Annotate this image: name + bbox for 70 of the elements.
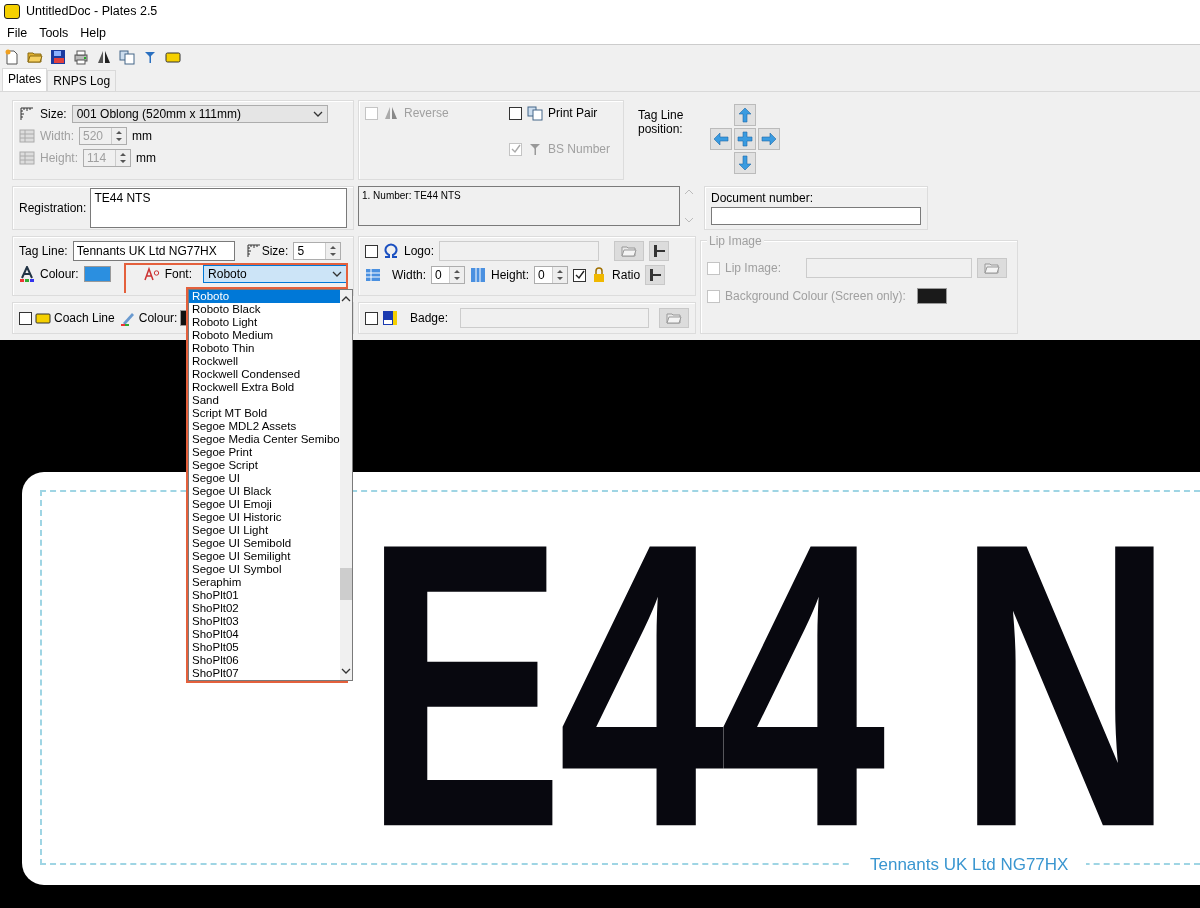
tab[interactable]: RNPS Log xyxy=(47,70,117,91)
list-item[interactable]: Seraphim xyxy=(189,576,340,589)
height-label: Height: xyxy=(40,151,79,165)
size-dropdown[interactable]: 001 Oblong (520mm x 111mm) xyxy=(71,105,328,123)
colour-label: Colour: xyxy=(40,267,79,281)
unit-label: mm xyxy=(136,151,157,165)
window-title: UntitledDoc - Plates 2.5 xyxy=(26,4,158,18)
list-item[interactable]: Segoe MDL2 Assets xyxy=(189,420,340,433)
list-item[interactable]: Script MT Bold xyxy=(189,407,340,420)
list-item[interactable]: Segoe UI Semilight xyxy=(189,550,340,563)
menu-item[interactable]: Tools xyxy=(34,26,74,40)
ratio-label: Ratio xyxy=(612,268,641,282)
bs-number-label: BS Number xyxy=(548,142,611,156)
list-item[interactable]: Sand xyxy=(189,394,340,407)
menu-item[interactable]: File xyxy=(2,26,33,40)
list-item[interactable]: Roboto Light xyxy=(189,316,340,329)
group-title: Lip Image xyxy=(707,234,764,248)
document-number-label: Document number: xyxy=(711,191,815,205)
reverse-label: Reverse xyxy=(404,106,449,120)
width-label: Width: xyxy=(392,268,426,282)
spin-field[interactable]: 0 xyxy=(431,266,465,284)
list-item[interactable]: Segoe UI Light xyxy=(189,524,340,537)
list-item[interactable]: Segoe UI Emoji xyxy=(189,498,340,511)
list-entry[interactable]: 1. Number: TE44 NTS xyxy=(362,190,676,201)
unit-label: mm xyxy=(132,129,152,143)
font-dropdown[interactable]: Roboto xyxy=(203,265,347,283)
plate-registration: E44 N xyxy=(364,539,1168,831)
list-item[interactable]: Roboto Thin xyxy=(189,342,340,355)
registration-field[interactable]: TE44 NTS xyxy=(90,188,347,228)
list-item[interactable]: ShoPlt06 xyxy=(189,654,340,667)
height-label: Height: xyxy=(491,268,530,282)
background-colour-label: Background Colour (Screen only): xyxy=(725,289,906,303)
list-item[interactable]: Segoe UI Semibold xyxy=(189,537,340,550)
list-item[interactable]: Segoe UI xyxy=(189,472,340,485)
list-item[interactable]: Rockwell Extra Bold xyxy=(189,381,340,394)
tag-line-label: Tag Line: xyxy=(19,244,68,258)
font-label: Font: xyxy=(164,267,193,281)
spin-field[interactable]: 0 xyxy=(534,266,569,284)
list-item[interactable]: ShoPlt07 xyxy=(189,667,340,680)
menu-item[interactable]: Help xyxy=(75,26,112,40)
logo-label: Logo: xyxy=(404,244,435,258)
tab[interactable]: Plates xyxy=(2,68,48,91)
colour-label: Colour: xyxy=(138,311,178,325)
list-item[interactable]: ShoPlt04 xyxy=(189,628,340,641)
tag-line-position-label: Tag Line position: xyxy=(638,107,685,138)
list-item[interactable]: Segoe UI Historic xyxy=(189,511,340,524)
list-item[interactable]: ShoPlt02 xyxy=(189,602,340,615)
list-item[interactable]: Roboto Medium xyxy=(189,329,340,342)
registration-label: Registration: xyxy=(19,201,87,215)
tag-line-field[interactable]: Tennants UK Ltd NG77HX xyxy=(72,241,235,261)
size-label: Size: xyxy=(261,244,289,258)
list-item[interactable]: Segoe Script xyxy=(189,459,340,472)
size-label: Size: xyxy=(40,107,67,121)
print-pair-label: Print Pair xyxy=(548,106,598,120)
list-item[interactable]: Segoe Media Center Semibo xyxy=(189,433,340,446)
list-item[interactable]: Rockwell Condensed xyxy=(189,368,340,381)
list-item[interactable]: Roboto xyxy=(189,290,340,303)
lip-image-label: Lip Image: xyxy=(725,261,782,275)
list-item[interactable]: Roboto Black xyxy=(189,303,340,316)
spin-field[interactable]: 5 xyxy=(293,242,342,260)
list-item[interactable]: Segoe Print xyxy=(189,446,340,459)
list-item[interactable]: Segoe UI Black xyxy=(189,485,340,498)
coach-line-label: Coach Line xyxy=(54,311,115,325)
badge-label: Badge: xyxy=(410,311,449,325)
list-item[interactable]: ShoPlt03 xyxy=(189,615,340,628)
list-item[interactable]: ShoPlt01 xyxy=(189,589,340,602)
list-item[interactable]: Segoe UI Symbol xyxy=(189,563,340,576)
width-label: Width: xyxy=(40,129,74,143)
list-item[interactable]: Rockwell xyxy=(189,355,340,368)
list-item[interactable]: ShoPlt05 xyxy=(189,641,340,654)
